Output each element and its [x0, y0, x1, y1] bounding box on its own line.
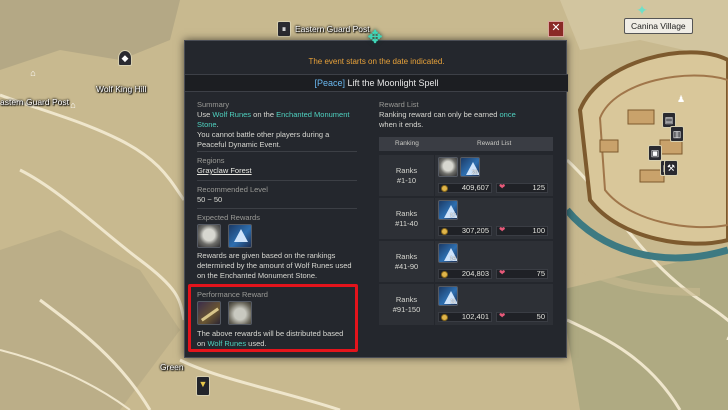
heart-icon: ❤: [499, 225, 506, 234]
quest-marker-icon[interactable]: ▼: [196, 376, 210, 396]
summary-line-2: Stone.: [197, 120, 219, 129]
table-row: Ranks #11-40 17 307,205 ❤ 100: [379, 198, 553, 240]
wolf-runes-link[interactable]: Wolf Runes: [212, 110, 251, 119]
silver-coin-icon: [441, 271, 448, 278]
heart-icon: ❤: [499, 268, 506, 277]
summary-line-4: Peaceful Dynamic Event.: [197, 140, 281, 149]
wolf-rune-icon[interactable]: 20: [460, 157, 480, 177]
reward-list-heading: Reward List: [379, 100, 419, 109]
village-storage-icon[interactable]: ▣: [648, 145, 662, 161]
points-amount: 125: [532, 183, 545, 192]
points-amount: 100: [532, 226, 545, 235]
silver-amount: 307,205: [461, 226, 489, 235]
reward-cell: 14 204,803 ❤ 75: [435, 241, 553, 283]
divider: [197, 151, 357, 152]
col-reward-list: Reward List: [477, 140, 512, 147]
divider: [197, 180, 357, 181]
village-craft-icon[interactable]: ⚒: [664, 160, 678, 176]
performance-reward-highlight: [188, 284, 358, 352]
wolf-rune-icon[interactable]: 17: [438, 200, 458, 220]
summary-line-1: Use Wolf Runes on the Enchanted Monument: [197, 110, 350, 119]
expected-rewards-desc: Rewards are given based on the rankings …: [197, 251, 352, 280]
map-label-bottom: Green: [160, 362, 184, 372]
rank-cell: Ranks #91-150: [379, 284, 435, 326]
rank-cell: Ranks #11-40: [379, 198, 435, 240]
level-heading: Recommended Level: [197, 185, 268, 194]
reward-list-note: Ranking reward can only be earned once w…: [379, 110, 516, 129]
wolf-pelt-icon[interactable]: [438, 157, 458, 177]
close-button[interactable]: ✕: [548, 21, 564, 37]
once-highlight: once: [499, 110, 516, 119]
table-row: Ranks #41-90 14 204,803 ❤ 75: [379, 241, 553, 283]
reward-cell: 20 409,607 ❤ 125: [435, 155, 553, 197]
event-start-notice: The event starts on the date indicated.: [308, 57, 445, 66]
village-service-icon[interactable]: ▥: [670, 126, 684, 142]
silver-coin-icon: [441, 314, 448, 321]
wolf-den-icon[interactable]: ◆: [118, 50, 132, 66]
wolf-pelt-icon[interactable]: [197, 224, 221, 248]
rank-cell: Ranks #41-90: [379, 241, 435, 283]
points-amount: 75: [536, 269, 545, 278]
divider: [197, 208, 357, 209]
summary-heading: Summary: [197, 100, 230, 109]
regions-heading: Regions: [197, 156, 225, 165]
expected-rewards-heading: Expected Rewards: [197, 213, 260, 222]
region-link[interactable]: Grayclaw Forest: [197, 166, 252, 176]
silver-coin-icon: [441, 185, 448, 192]
points-amount: 50: [536, 312, 545, 321]
close-icon: ✕: [551, 22, 561, 34]
map-label-eastern-guard-post-left: astern Guard Post: [0, 97, 69, 107]
village-npc-icon[interactable]: ♟: [674, 92, 688, 108]
heart-icon: ❤: [499, 311, 506, 320]
event-type-tag: [Peace]: [314, 78, 345, 88]
wolf-crest-icon: ✥: [367, 27, 383, 47]
rank-cell: Ranks #1-10: [379, 155, 435, 197]
reward-cell: 11 102,401 ❤ 50: [435, 284, 553, 326]
col-ranking: Ranking: [395, 140, 419, 147]
rewards-table-header: Ranking Reward List: [379, 137, 553, 151]
landmark-icon[interactable]: ⌂: [26, 66, 40, 82]
summary-text: Use Wolf Runes on the Enchanted Monument…: [197, 110, 369, 150]
map-label-eastern-guard-post: Eastern Guard Post: [295, 24, 370, 34]
table-row: Ranks #1-10 20 409,607 ❤ 125: [379, 155, 553, 197]
monument-link[interactable]: Enchanted Monument: [276, 110, 349, 119]
level-value: 50 ~ 50: [197, 195, 223, 204]
wolf-rune-icon[interactable]: [228, 224, 252, 248]
heart-icon: ❤: [499, 182, 506, 191]
summary-line-3: You cannot battle other players during a: [197, 130, 330, 139]
event-title: Lift the Moonlight Spell: [347, 78, 439, 88]
table-row: Ranks #91-150 11 102,401 ❤ 50: [379, 284, 553, 326]
map-label-canina-village[interactable]: Canina Village: [624, 18, 693, 34]
wolf-rune-icon[interactable]: 11: [438, 286, 458, 306]
map-label-wolf-king-hill: Wolf King Hill: [96, 84, 147, 94]
guard-post-icon[interactable]: ⏸: [277, 21, 291, 37]
wolf-rune-icon[interactable]: 14: [438, 243, 458, 263]
silver-coin-icon: [441, 228, 448, 235]
event-title-bar: [Peace] Lift the Moonlight Spell: [185, 74, 568, 92]
landmark-icon-2[interactable]: ⌂: [66, 98, 80, 114]
silver-amount: 204,803: [461, 269, 489, 278]
silver-amount: 409,607: [461, 183, 489, 192]
silver-amount: 102,401: [461, 312, 489, 321]
reward-cell: 17 307,205 ❤ 100: [435, 198, 553, 240]
